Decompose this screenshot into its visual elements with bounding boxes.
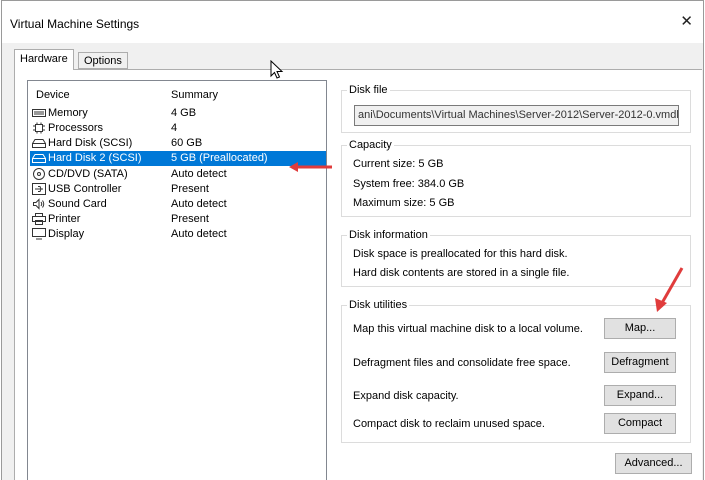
map-description: Map this virtual machine disk to a local… bbox=[353, 323, 583, 335]
map-button[interactable]: Map... bbox=[604, 318, 676, 339]
cd-dvd-icon bbox=[32, 168, 46, 180]
device-name: Memory bbox=[48, 107, 88, 119]
display-icon bbox=[32, 228, 46, 240]
disk-information-group: Disk information Disk space is prealloca… bbox=[341, 229, 691, 287]
device-row-sound-card[interactable]: Sound Card Auto detect bbox=[30, 197, 326, 212]
defragment-description: Defragment files and consolidate free sp… bbox=[353, 357, 571, 369]
device-name: Display bbox=[48, 228, 85, 240]
usb-icon bbox=[32, 183, 46, 195]
device-name: Printer bbox=[48, 213, 81, 225]
processor-icon bbox=[32, 122, 46, 134]
speaker-icon bbox=[32, 198, 46, 210]
disk-utilities-legend: Disk utilities bbox=[347, 299, 410, 311]
hard-disk-icon bbox=[32, 137, 46, 149]
device-summary: Auto detect bbox=[171, 228, 227, 240]
device-summary: 4 GB bbox=[171, 107, 197, 119]
column-header-summary[interactable]: Summary bbox=[171, 89, 218, 101]
device-list[interactable]: Device Summary Memory 4 GB Processors 4 … bbox=[27, 80, 327, 480]
tab-hardware[interactable]: Hardware bbox=[14, 49, 74, 70]
device-name: Processors bbox=[48, 122, 104, 134]
mouse-cursor-icon bbox=[270, 60, 284, 79]
device-summary: Auto detect bbox=[171, 198, 227, 210]
window-title: Virtual Machine Settings bbox=[10, 17, 140, 31]
device-list-header: Device Summary bbox=[36, 89, 316, 103]
disk-info-line-1: Disk space is preallocated for this hard… bbox=[353, 248, 568, 260]
device-name: Sound Card bbox=[48, 198, 107, 210]
disk-utilities-group: Disk utilities Map this virtual machine … bbox=[341, 299, 691, 443]
device-row-usb-controller[interactable]: USB Controller Present bbox=[30, 182, 326, 197]
column-header-device[interactable]: Device bbox=[36, 89, 70, 101]
expand-description: Expand disk capacity. bbox=[353, 390, 459, 402]
device-row-hard-disk-2[interactable]: Hard Disk 2 (SCSI) 5 GB (Preallocated) bbox=[30, 151, 326, 166]
device-name: USB Controller bbox=[48, 183, 122, 195]
capacity-group: Capacity Current size: 5 GB System free:… bbox=[341, 139, 691, 217]
device-row-printer[interactable]: Printer Present bbox=[30, 212, 326, 227]
device-row-processors[interactable]: Processors 4 bbox=[30, 121, 326, 136]
device-row-cd-dvd[interactable]: CD/DVD (SATA) Auto detect bbox=[30, 167, 326, 182]
expand-button[interactable]: Expand... bbox=[604, 385, 676, 406]
current-size-text: Current size: 5 GB bbox=[353, 158, 444, 170]
device-summary: Auto detect bbox=[171, 168, 227, 180]
device-name: Hard Disk 2 (SCSI) bbox=[48, 152, 142, 164]
close-icon[interactable]: ✕ bbox=[680, 14, 693, 29]
device-summary: 4 bbox=[171, 122, 178, 134]
advanced-button[interactable]: Advanced... bbox=[615, 453, 692, 474]
compact-description: Compact disk to reclaim unused space. bbox=[353, 418, 545, 430]
device-row-memory[interactable]: Memory 4 GB bbox=[30, 106, 326, 121]
maximum-size-text: Maximum size: 5 GB bbox=[353, 197, 455, 209]
hard-disk-icon bbox=[32, 152, 46, 164]
tab-options[interactable]: Options bbox=[78, 52, 128, 69]
disk-information-legend: Disk information bbox=[347, 229, 430, 241]
capacity-legend: Capacity bbox=[347, 139, 394, 151]
device-name: Hard Disk (SCSI) bbox=[48, 137, 133, 149]
system-free-text: System free: 384.0 GB bbox=[353, 178, 465, 190]
printer-icon bbox=[32, 213, 46, 225]
device-row-hard-disk[interactable]: Hard Disk (SCSI) 60 GB bbox=[30, 136, 326, 151]
device-name: CD/DVD (SATA) bbox=[48, 168, 128, 180]
compact-button[interactable]: Compact bbox=[604, 413, 676, 434]
title-bar: Virtual Machine Settings ✕ bbox=[2, 1, 703, 43]
device-summary: Present bbox=[171, 183, 209, 195]
memory-icon bbox=[32, 107, 46, 119]
device-row-display[interactable]: Display Auto detect bbox=[30, 227, 326, 242]
disk-file-path-field[interactable]: ani\Documents\Virtual Machines\Server-20… bbox=[354, 105, 679, 126]
device-summary: Present bbox=[171, 213, 209, 225]
defragment-button[interactable]: Defragment bbox=[604, 352, 676, 373]
device-summary: 60 GB bbox=[171, 137, 203, 149]
disk-file-legend: Disk file bbox=[347, 84, 390, 96]
disk-info-line-2: Hard disk contents are stored in a singl… bbox=[353, 267, 570, 279]
device-summary: 5 GB (Preallocated) bbox=[171, 152, 268, 164]
disk-file-group: Disk file ani\Documents\Virtual Machines… bbox=[341, 84, 691, 133]
